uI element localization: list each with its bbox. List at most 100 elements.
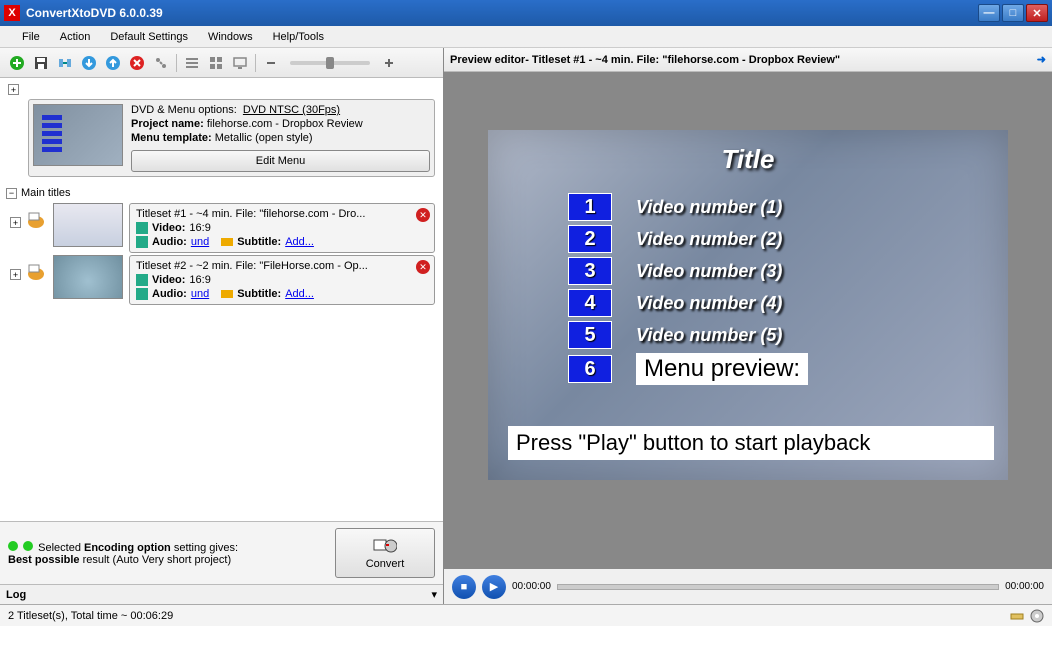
dvd-options-label: DVD & Menu options:: [131, 104, 237, 116]
zoom-in-button[interactable]: [378, 52, 400, 74]
play-button[interactable]: ▶: [482, 575, 506, 599]
remove-titleset-2[interactable]: ✕: [416, 260, 430, 274]
titleset-1-thumb: [53, 203, 123, 247]
preview-collapse-icon[interactable]: ➜: [1037, 53, 1046, 66]
titleset-2-title: Titleset #2 - ~2 min. File: "FileHorse.c…: [136, 260, 428, 272]
dvd-menu-preview: Title 1 Video number (1) 2 Video number (2…: [488, 130, 1008, 480]
encoding-text-1c: setting gives:: [171, 542, 238, 554]
project-name-label: Project name:: [131, 118, 204, 130]
merge-button[interactable]: [54, 52, 76, 74]
up-button[interactable]: [102, 52, 124, 74]
collapse-main-titles[interactable]: −: [6, 188, 17, 199]
audio-label: Audio:: [152, 288, 187, 300]
thumb-view-button[interactable]: [205, 52, 227, 74]
titleset-2-video: 16:9: [189, 274, 210, 286]
subtitle-icon: [221, 236, 233, 248]
dvd-options-box: DVD & Menu options: DVD NTSC (30Fps) Pro…: [28, 99, 435, 177]
menu-number-3[interactable]: 3: [568, 257, 612, 285]
encoding-text-2b: result (Auto Very short project): [80, 554, 232, 566]
menu-windows[interactable]: Windows: [198, 29, 263, 45]
right-panel: Preview editor - Titleset #1 - ~4 min. F…: [444, 48, 1052, 604]
titleset-2-subtitle-add[interactable]: Add...: [285, 288, 314, 300]
menu-default-settings[interactable]: Default Settings: [100, 29, 198, 45]
disc-space-icon[interactable]: [1010, 609, 1024, 623]
menu-template-label: Menu template:: [131, 132, 212, 144]
titleset-1: + ✕ Titleset #1 - ~4 min. File: "filehor…: [28, 203, 435, 253]
preview-stage: Title 1 Video number (1) 2 Video number (2…: [444, 72, 1052, 568]
player-controls: ■ ▶ 00:00:00 00:00:00: [444, 568, 1052, 604]
titleset-icon: [25, 211, 47, 229]
window-title: ConvertXtoDVD 6.0.0.39: [26, 6, 163, 20]
titleset-2: + ✕ Titleset #2 - ~2 min. File: "FileHor…: [28, 255, 435, 305]
titleset-1-box[interactable]: ✕ Titleset #1 - ~4 min. File: "filehorse…: [129, 203, 435, 253]
convert-icon: [373, 536, 397, 554]
minimize-button[interactable]: —: [978, 4, 1000, 22]
log-row: Log ▾: [0, 584, 443, 604]
subtitle-label: Subtitle:: [237, 288, 281, 300]
titleset-icon: [25, 263, 47, 281]
expand-titleset-1[interactable]: +: [10, 217, 21, 228]
burn-icon[interactable]: [1030, 609, 1044, 623]
maximize-button[interactable]: □: [1002, 4, 1024, 22]
encoding-row: Selected Encoding option setting gives: …: [0, 521, 443, 584]
titleset-1-audio-link[interactable]: und: [191, 236, 209, 248]
expand-titleset-2[interactable]: +: [10, 269, 21, 280]
titleset-2-audio-link[interactable]: und: [191, 288, 209, 300]
remove-titleset-1[interactable]: ✕: [416, 208, 430, 222]
progress-bar[interactable]: [557, 584, 999, 590]
titleset-2-box[interactable]: ✕ Titleset #2 - ~2 min. File: "FileHorse…: [129, 255, 435, 305]
edit-menu-button[interactable]: Edit Menu: [131, 150, 430, 172]
menu-item-5[interactable]: Video number (5): [636, 325, 782, 346]
stop-button[interactable]: ■: [452, 575, 476, 599]
menu-number-1[interactable]: 1: [568, 193, 612, 221]
titleset-1-subtitle-add[interactable]: Add...: [285, 236, 314, 248]
menu-thumbnail: [33, 104, 123, 166]
preview-header-title: Preview editor: [450, 54, 525, 66]
audio-label: Audio:: [152, 236, 187, 248]
titlebar: X ConvertXtoDVD 6.0.0.39 — □ ✕: [0, 0, 1052, 26]
convert-label: Convert: [366, 558, 405, 570]
down-button[interactable]: [78, 52, 100, 74]
dvd-menu-title: Title: [488, 144, 1008, 175]
convert-button[interactable]: Convert: [335, 528, 435, 578]
video-label: Video:: [152, 222, 185, 234]
menu-template-value: Metallic (open style): [215, 132, 313, 144]
close-button[interactable]: ✕: [1026, 4, 1048, 22]
audio-icon: [136, 288, 148, 300]
menu-item-4[interactable]: Video number (4): [636, 293, 782, 314]
save-button[interactable]: [30, 52, 52, 74]
dvd-format-link[interactable]: DVD NTSC (30Fps): [243, 104, 340, 116]
add-button[interactable]: [6, 52, 28, 74]
menu-number-4[interactable]: 4: [568, 289, 612, 317]
log-label: Log: [6, 589, 26, 601]
menu-help-tools[interactable]: Help/Tools: [263, 29, 334, 45]
menu-number-5[interactable]: 5: [568, 321, 612, 349]
left-panel: + DVD & Menu options: DVD NTSC (30Fps) P…: [0, 48, 444, 604]
menu-item-1[interactable]: Video number (1): [636, 197, 782, 218]
menu-item-3[interactable]: Video number (3): [636, 261, 782, 282]
encoding-text-1a: Selected: [38, 542, 84, 554]
titleset-1-video: 16:9: [189, 222, 210, 234]
menu-item-2[interactable]: Video number (2): [636, 229, 782, 250]
main-titles-label: Main titles: [21, 187, 71, 199]
menu-number-6[interactable]: 6: [568, 355, 612, 383]
titleset-2-thumb: [53, 255, 123, 299]
preview-header: Preview editor - Titleset #1 - ~4 min. F…: [444, 48, 1052, 72]
menubar: File Action Default Settings Windows Hel…: [0, 26, 1052, 48]
screen-button[interactable]: [229, 52, 251, 74]
menu-action[interactable]: Action: [50, 29, 101, 45]
remove-button[interactable]: [126, 52, 148, 74]
zoom-slider[interactable]: [290, 61, 370, 65]
video-label: Video:: [152, 274, 185, 286]
log-expand-icon[interactable]: ▾: [431, 588, 437, 601]
encoding-text-1b: Encoding option: [84, 542, 171, 554]
settings-button[interactable]: [150, 52, 172, 74]
time-total: 00:00:00: [1005, 581, 1044, 592]
app-icon: X: [4, 5, 20, 21]
menu-file[interactable]: File: [12, 29, 50, 45]
zoom-out-button[interactable]: [260, 52, 282, 74]
list-view-button[interactable]: [181, 52, 203, 74]
menu-number-2[interactable]: 2: [568, 225, 612, 253]
expand-dvd-options[interactable]: +: [8, 84, 19, 95]
project-name-value: filehorse.com - Dropbox Review: [207, 118, 363, 130]
